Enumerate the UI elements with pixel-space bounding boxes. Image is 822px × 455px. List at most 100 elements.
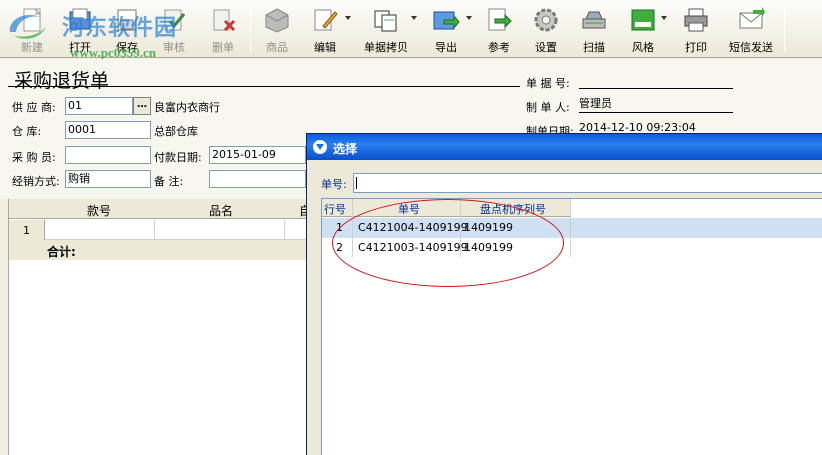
scan-button-label: 扫描	[583, 41, 605, 54]
save-button-label: 保存	[116, 41, 138, 54]
serial-cell: 1409199	[464, 241, 513, 254]
column-header-product-name[interactable]: 品名	[209, 202, 233, 219]
reference-button-label: 参考	[488, 41, 510, 54]
scan-button[interactable]: 扫描	[575, 2, 613, 56]
warehouse-code-field[interactable]: 0001	[65, 121, 151, 139]
buyer-field[interactable]	[65, 146, 151, 164]
new-icon	[23, 8, 42, 32]
document-title: 采购退货单	[14, 70, 110, 92]
row-no-cell: 2	[336, 241, 343, 254]
grid-divider	[460, 199, 461, 257]
dialog-result-grid: 行号 单号 盘点机序列号 1 C4121004-1409199 1409199 …	[321, 198, 822, 455]
reference-button[interactable]: 参考	[480, 2, 518, 56]
open-button[interactable]: 打开	[62, 2, 98, 56]
remark-label: 备 注:	[154, 175, 184, 188]
reference-icon	[488, 8, 512, 31]
row-number-cell: 1	[9, 220, 45, 240]
supplier-code-field[interactable]: 01	[65, 97, 133, 115]
buyer-label: 采 购 员:	[12, 151, 56, 164]
column-header-style-no[interactable]: 款号	[87, 202, 111, 219]
doc-no-cell: C4121004-1409199	[358, 221, 468, 234]
dialog-grid-header: 行号 单号 盘点机序列号	[322, 199, 570, 217]
copy-doc-button-label: 单据拷贝	[364, 41, 408, 54]
export-dropdown-arrow[interactable]	[466, 16, 472, 20]
maker-label: 制 单 人:	[526, 101, 570, 114]
audit-button[interactable]: 审核	[155, 2, 193, 56]
column-header-serial[interactable]: 盘点机序列号	[480, 201, 546, 217]
grid-cell-product-name[interactable]	[155, 220, 285, 240]
edit-dropdown-arrow[interactable]	[345, 16, 351, 20]
style-button-label: 风格	[632, 41, 654, 54]
open-icon	[69, 8, 91, 30]
sales-mode-field[interactable]: 购销	[65, 170, 151, 188]
grid-cell-partial[interactable]	[285, 220, 307, 240]
pay-date-field[interactable]: 2015-01-09	[209, 146, 306, 164]
grid-divider	[352, 199, 353, 257]
sms-send-button[interactable]: 短信发送	[724, 2, 778, 56]
dialog-app-icon	[313, 140, 327, 154]
dialog-doc-no-label: 单号:	[321, 178, 347, 191]
serial-cell: 1409199	[464, 221, 513, 234]
settings-button[interactable]: 设置	[527, 2, 565, 56]
supplier-label: 供 应 商:	[12, 101, 56, 114]
delete-button[interactable]: 删单	[204, 2, 242, 56]
warehouse-name: 总部仓库	[154, 125, 198, 138]
sms-send-button-label: 短信发送	[729, 41, 773, 54]
dialog-doc-no-input[interactable]	[353, 173, 822, 193]
column-header-row-no[interactable]: 行号	[324, 201, 346, 217]
open-button-label: 打开	[69, 41, 91, 54]
style-dropdown-arrow[interactable]	[661, 16, 667, 20]
toolbar: 新建 打开 保存 审核 删单 商品 编辑 单据拷贝 导出 参考 设置 扫描 风格…	[0, 0, 822, 60]
doc-no-label: 单 据 号:	[526, 77, 570, 90]
printer-icon	[684, 8, 708, 32]
goods-button[interactable]: 商品	[258, 2, 296, 56]
toolbar-separator	[784, 6, 785, 52]
dialog-row[interactable]: 2 C4121003-1409199 1409199	[322, 238, 822, 258]
settings-gear-icon	[534, 8, 558, 32]
toolbar-separator	[250, 6, 251, 52]
edit-button[interactable]: 编辑	[306, 2, 344, 56]
settings-button-label: 设置	[535, 41, 557, 54]
total-label: 合计:	[47, 245, 76, 259]
delete-button-label: 删单	[212, 41, 234, 54]
delete-icon	[213, 9, 236, 32]
grid-cell-style-no[interactable]	[45, 220, 155, 240]
warehouse-label: 仓 库:	[12, 125, 42, 138]
row-no-cell: 1	[336, 221, 343, 234]
select-dialog: 选择 单号: 行号 单号 盘点机序列号 1 C4121004-1409199 1…	[306, 133, 822, 455]
edit-icon	[314, 9, 338, 31]
audit-icon	[164, 9, 186, 31]
audit-button-label: 审核	[163, 41, 185, 54]
copy-doc-button[interactable]: 单据拷贝	[358, 2, 414, 56]
print-button[interactable]: 打印	[676, 2, 716, 56]
style-button[interactable]: 风格	[623, 2, 663, 56]
edit-button-label: 编辑	[314, 41, 336, 54]
title-underline	[8, 86, 520, 87]
new-button-label: 新建	[21, 41, 43, 54]
export-icon	[433, 11, 460, 30]
dialog-title-bar[interactable]: 选择	[307, 134, 822, 160]
export-button-label: 导出	[435, 41, 457, 54]
supplier-name: 良富内衣商行	[154, 101, 220, 114]
new-button[interactable]: 新建	[14, 2, 50, 56]
row-number: 1	[23, 224, 30, 237]
column-header-doc-no[interactable]: 单号	[398, 201, 420, 217]
save-icon	[117, 9, 137, 31]
maker-field: 管理员	[579, 97, 733, 113]
style-icon	[631, 9, 655, 31]
sales-mode-label: 经销方式:	[12, 175, 60, 188]
goods-button-label: 商品	[266, 41, 288, 54]
copy-doc-dropdown-arrow[interactable]	[411, 16, 417, 20]
dialog-row[interactable]: 1 C4121004-1409199 1409199	[322, 218, 822, 238]
remark-field[interactable]	[209, 170, 306, 188]
dialog-title: 选择	[333, 142, 358, 156]
scanner-icon	[582, 11, 606, 29]
doc-no-field[interactable]	[579, 73, 733, 89]
export-button[interactable]: 导出	[426, 2, 466, 56]
save-button[interactable]: 保存	[108, 2, 146, 56]
sms-envelope-icon	[739, 7, 765, 29]
supplier-browse-button[interactable]: …	[133, 97, 151, 115]
pay-date-label: 付款日期:	[154, 151, 202, 164]
print-button-label: 打印	[685, 41, 707, 54]
doc-no-cell: C4121003-1409199	[358, 241, 468, 254]
